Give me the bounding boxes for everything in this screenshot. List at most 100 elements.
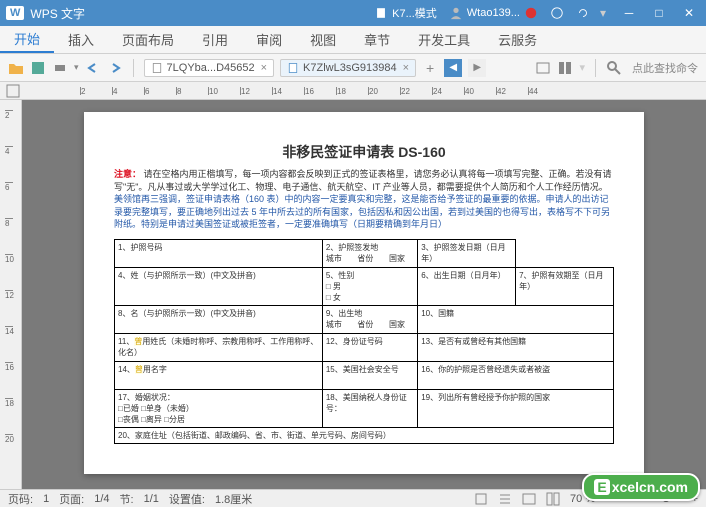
instructions-main: 请在空格内用正楷填写，每一项内容都会反映到正式的签证表格里，请您务必认真将每一项… (114, 169, 612, 192)
ruler-mark: 10 (208, 87, 218, 95)
app-name: WPS 文字 (30, 5, 85, 22)
ruler-mark: 40 (464, 87, 474, 95)
ruler-mark: 12 (240, 87, 250, 95)
section-val: 1/1 (144, 493, 159, 505)
cell-17: 17、婚姻状况： □已婚 □单身（未婚） □丧偶 □离异 □分居 (115, 389, 323, 427)
add-tab-button[interactable]: + (422, 60, 438, 76)
user-label: Wtao139... (467, 7, 520, 19)
ruler-mark: 42 (496, 87, 506, 95)
page-num[interactable]: 1 (43, 493, 49, 505)
cell-2: 2、护照签发地 城市 省份 国家 (322, 239, 417, 267)
menu-tab-devtools[interactable]: 开发工具 (404, 26, 484, 53)
search-icon[interactable] (606, 60, 622, 76)
ruler-mark: 4 (5, 146, 13, 156)
ruler-toggle-icon[interactable] (6, 84, 20, 98)
cell-7: 7、护照有效期至（日月年） (516, 267, 614, 305)
cell-5: 5、性别 □ 男 □ 女 (322, 267, 417, 305)
ruler-mark: 20 (5, 434, 13, 444)
vertical-ruler[interactable]: 2 4 6 8 10 12 14 16 18 20 (0, 100, 22, 489)
cell-4: 4、姓（与护照所示一致）(中文及拼音) (115, 267, 323, 305)
cell-1: 1、护照号码 (115, 239, 323, 267)
instructions: 注意： 请在空格内用正楷填写，每一项内容都会反映到正式的签证表格里，请您务必认真… (114, 168, 614, 231)
browser-icon[interactable] (550, 6, 564, 20)
redo-icon[interactable] (107, 60, 123, 76)
watermark-logo: Excelcn.com (582, 473, 700, 501)
ruler-mark: 6 (144, 87, 149, 95)
titlebar: W WPS 文字 K7...模式 Wtao139... ▾ ─ □ ✕ (0, 0, 706, 26)
document-tab-1[interactable]: 7LQYba...D45652 × (144, 59, 275, 77)
position-label: 设置值: (169, 491, 205, 507)
close-tab-1[interactable]: × (261, 62, 267, 74)
cell-3: 3、护照签发日期（日月年） (418, 239, 516, 267)
view-mode-icon[interactable] (535, 60, 551, 76)
wps-logo: W (6, 6, 24, 20)
cell-19: 19、列出所有曾经授予你护照的国家 (418, 389, 614, 427)
menu-tab-insert[interactable]: 插入 (54, 26, 108, 53)
doc-tab-2-label: K7ZlwL3sG913984 (303, 62, 397, 74)
cell-6: 6、出生日期（日月年） (418, 267, 516, 305)
ruler-mark: 2 (80, 87, 85, 95)
save-icon[interactable] (30, 60, 46, 76)
doc-icon (151, 62, 163, 74)
nav-next[interactable]: ▶ (468, 59, 486, 77)
cell-9: 9、出生地 城市 省份 国家 (322, 305, 417, 333)
open-icon[interactable] (8, 60, 24, 76)
notification-icon[interactable] (524, 6, 538, 20)
instructions-note: 美领馆再三强调，签证申请表格（160 表）中的内容一定要真实和完整，这是能否给予… (114, 194, 610, 229)
close-tab-2[interactable]: × (403, 62, 409, 74)
document-page: 非移民签证申请表 DS-160 注意： 请在空格内用正楷填写，每一项内容都会反映… (84, 112, 644, 474)
close-button[interactable]: ✕ (678, 4, 700, 22)
search-command[interactable]: 点此查找命令 (632, 60, 698, 76)
form-table: 1、护照号码 2、护照签发地 城市 省份 国家 3、护照签发日期（日月年） 4、… (114, 239, 614, 444)
menu-tab-review[interactable]: 审阅 (242, 26, 296, 53)
cell-20: 20、家庭住址（包括街道、邮政编码、省、市、街道、单元号码、房间号码） (115, 427, 614, 443)
ruler-mark: 8 (5, 218, 13, 228)
menu-tab-cloud[interactable]: 云服务 (484, 26, 551, 53)
ruler-mark: 20 (368, 87, 378, 95)
sync-icon[interactable] (576, 6, 590, 20)
menu-tab-start[interactable]: 开始 (0, 26, 54, 53)
user-icon (449, 6, 463, 20)
cell-10: 10、国籍 (418, 305, 614, 333)
cell-15: 15、美国社会安全号 (322, 361, 417, 389)
ruler-mark: 14 (5, 326, 13, 336)
ruler-mark: 16 (5, 362, 13, 372)
menu-tab-layout[interactable]: 页面布局 (108, 26, 188, 53)
menu-tab-reference[interactable]: 引用 (188, 26, 242, 53)
ruler-mark: 18 (5, 398, 13, 408)
ruler-mark: 2 (5, 110, 13, 120)
menu-tab-view[interactable]: 视图 (296, 26, 350, 53)
print-icon[interactable] (52, 60, 68, 76)
cell-8: 8、名（与护照所示一致）(中文及拼音) (115, 305, 323, 333)
ruler-mark: 44 (528, 87, 538, 95)
mode-label: K7...模式 (392, 5, 437, 21)
nav-prev[interactable]: ◀ (444, 59, 462, 77)
ruler-mark: 10 (5, 254, 13, 264)
cell-16: 16、你的护照是否曾经遗失或者被盗 (418, 361, 614, 389)
mode-indicator[interactable]: K7...模式 (374, 5, 437, 21)
view-outline-icon[interactable] (498, 492, 512, 506)
document-tab-2[interactable]: K7ZlwL3sG913984 × (280, 59, 416, 77)
doc-tab-1-label: 7LQYba...D45652 (167, 62, 255, 74)
minimize-button[interactable]: ─ (618, 4, 640, 22)
cell-11: 11、曾用姓氏（未婚时称呼、宗教用称呼、工作用称呼、化名） (115, 333, 323, 361)
cell-18: 18、美国纳税人身份证号： (322, 389, 417, 427)
page-label: 页面: (59, 491, 84, 507)
view-page-icon[interactable] (474, 492, 488, 506)
layout-icon[interactable] (557, 60, 573, 76)
view-read-icon[interactable] (546, 492, 560, 506)
doc-icon (287, 62, 299, 74)
ruler-mark: 6 (5, 182, 13, 192)
user-indicator[interactable]: Wtao139... (449, 6, 538, 20)
cell-12: 12、身份证号码 (322, 333, 417, 361)
menu-tab-chapter[interactable]: 章节 (350, 26, 404, 53)
undo-icon[interactable] (85, 60, 101, 76)
maximize-button[interactable]: □ (648, 4, 670, 22)
page-val[interactable]: 1/4 (94, 493, 109, 505)
document-canvas[interactable]: 非移民签证申请表 DS-160 注意： 请在空格内用正楷填写，每一项内容都会反映… (22, 100, 706, 489)
ruler-mark: 12 (5, 290, 13, 300)
horizontal-ruler[interactable]: 24681012141618202224404244 (0, 82, 706, 100)
workspace: 2 4 6 8 10 12 14 16 18 20 非移民签证申请表 DS-160 注意： 请在空… (0, 100, 706, 489)
view-web-icon[interactable] (522, 492, 536, 506)
toolbar: ▾ 7LQYba...D45652 × K7ZlwL3sG913984 × + … (0, 54, 706, 82)
